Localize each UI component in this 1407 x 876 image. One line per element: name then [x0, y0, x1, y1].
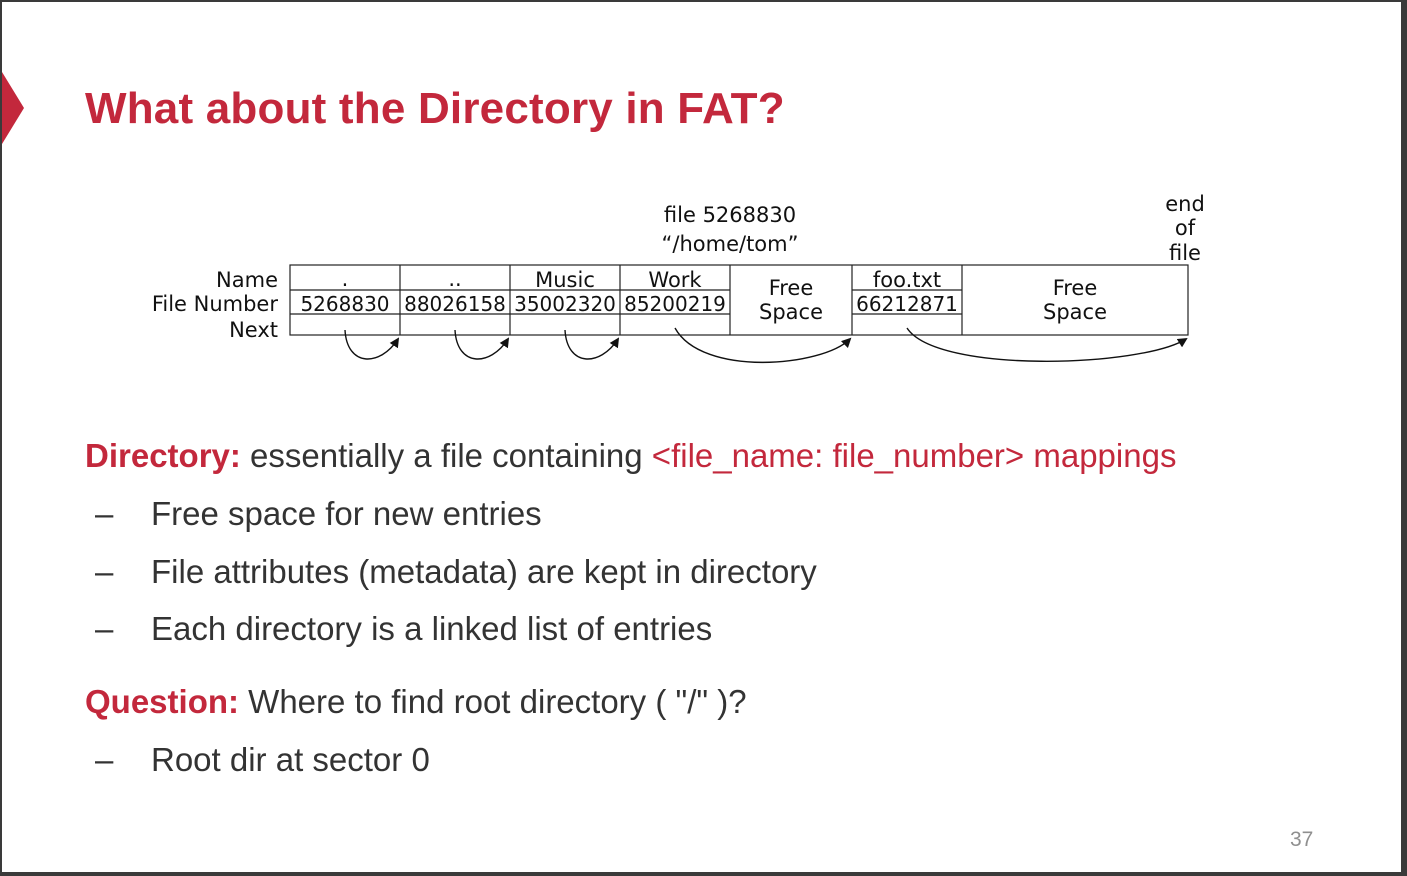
row-label-file-number: File Number: [152, 292, 279, 316]
entry-number-foo-txt: 66212871: [856, 292, 958, 316]
directory-diagram: file 5268830 “/home/tom” end of file Nam…: [152, 192, 1205, 363]
sub-bullet-text: File attributes (metadata) are kept in d…: [151, 553, 817, 590]
free-space-2-line1: Free: [1053, 276, 1098, 300]
diagram-end-label-3: file: [1169, 241, 1201, 265]
next-arrow-dot: [344, 329, 400, 360]
sub-bullet-linked-list: – Each directory is a linked list of entr…: [85, 610, 712, 648]
sub-bullet-free-space: – Free space for new entries: [85, 495, 542, 533]
bullet-dash: –: [95, 741, 114, 778]
question-text: Where to find root directory ( "/" )?: [239, 683, 747, 720]
entry-name-work: Work: [648, 268, 702, 292]
directory-highlight: <file_name: file_number> mappings: [651, 437, 1177, 474]
next-arrow-foo-txt: [906, 327, 1188, 362]
sub-bullet-text: Each directory is a linked list of entri…: [151, 610, 713, 647]
next-arrow-music: [564, 329, 620, 360]
entry-name-dotdot: ..: [448, 267, 461, 291]
directory-text: essentially a file containing: [240, 437, 652, 474]
entry-number-music: 35002320: [514, 292, 616, 316]
entry-name-music: Music: [535, 268, 595, 292]
entry-number-work: 85200219: [624, 292, 726, 316]
page-number: 37: [1290, 828, 1314, 851]
free-space-1-line1: Free: [769, 276, 814, 300]
entry-name-foo-txt: foo.txt: [873, 268, 941, 292]
sub-bullet-text: Free space for new entries: [151, 495, 542, 532]
diagram-path-label: “/home/tom”: [662, 232, 799, 256]
row-label-next: Next: [229, 318, 278, 342]
entry-name-dot: .: [342, 267, 349, 291]
bullet-dash: –: [95, 610, 114, 647]
next-arrow-dotdot: [454, 329, 510, 360]
row-label-name: Name: [216, 268, 278, 292]
entry-number-dotdot: 88026158: [404, 292, 506, 316]
question-lead: Question:: [85, 683, 239, 720]
directory-definition: Directory: essentially a file containing…: [85, 437, 1176, 475]
entry-number-dot: 5268830: [300, 292, 389, 316]
free-space-1-line2: Space: [759, 300, 823, 324]
directory-lead: Directory:: [85, 437, 241, 474]
free-space-2-line2: Space: [1043, 300, 1107, 324]
sub-bullet-root-dir: – Root dir at sector 0: [85, 741, 430, 779]
sub-bullet-text: Root dir at sector 0: [151, 741, 430, 778]
diagram-end-label-2: of: [1175, 216, 1196, 240]
sub-bullet-attributes: – File attributes (metadata) are kept in …: [85, 553, 817, 591]
diagram-end-label-1: end: [1165, 192, 1205, 216]
diagram-file-label: file 5268830: [664, 203, 796, 227]
next-arrow-work: [674, 327, 852, 363]
bullet-dash: –: [95, 495, 114, 532]
slide: What about the Directory in FAT? file 52…: [2, 2, 1401, 872]
question-line: Question: Where to find root directory (…: [85, 683, 747, 721]
bullet-dash: –: [95, 553, 114, 590]
